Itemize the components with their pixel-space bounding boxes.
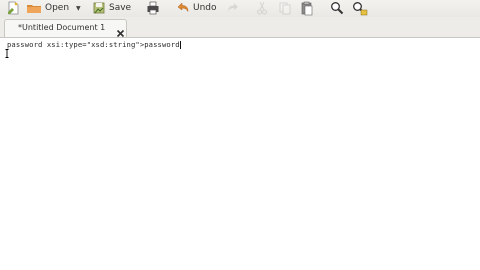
print-button[interactable] [146, 0, 160, 16]
cut-icon [256, 1, 268, 15]
open-button[interactable]: Open [26, 0, 69, 16]
copy-button[interactable] [278, 0, 292, 16]
undo-label: Undo [193, 3, 217, 13]
save-icon [92, 1, 106, 15]
cut-button[interactable] [256, 0, 268, 16]
save-label: Save [109, 3, 132, 13]
text-editor-window: Open ▼ Save Undo *Untitled Document 1 pa… [0, 0, 480, 270]
dropdown-arrow-icon: ▼ [76, 4, 81, 12]
find-replace-button[interactable] [352, 0, 368, 16]
editor-line-text: password xsi:type="xsd:string">password [7, 40, 180, 49]
redo-button[interactable] [226, 0, 240, 16]
find-icon [330, 1, 344, 15]
open-dropdown-button[interactable]: ▼ [76, 0, 81, 16]
editor-line: password xsi:type="xsd:string">password [7, 40, 181, 49]
text-editor-area[interactable]: password xsi:type="xsd:string">password [0, 38, 480, 270]
text-cursor-icon [5, 43, 9, 58]
find-button[interactable] [330, 0, 344, 16]
print-icon [146, 1, 160, 15]
find-replace-icon [352, 1, 368, 16]
toolbar: Open ▼ Save Undo [0, 0, 480, 17]
document-tab-bar: *Untitled Document 1 [0, 17, 480, 38]
undo-icon [176, 1, 190, 15]
folder-icon [26, 2, 42, 14]
text-caret [179, 41, 181, 49]
open-label: Open [45, 3, 70, 13]
close-icon[interactable] [116, 23, 125, 38]
redo-icon [226, 1, 240, 15]
new-button[interactable] [6, 0, 20, 16]
paste-button[interactable] [300, 0, 314, 16]
save-button[interactable]: Save [92, 0, 131, 16]
copy-icon [278, 1, 292, 15]
undo-button[interactable]: Undo [176, 0, 217, 16]
tab-untitled-document-1[interactable]: *Untitled Document 1 [4, 19, 127, 38]
tab-label: *Untitled Document 1 [18, 23, 106, 32]
new-document-icon [6, 1, 20, 15]
paste-icon [300, 1, 314, 16]
